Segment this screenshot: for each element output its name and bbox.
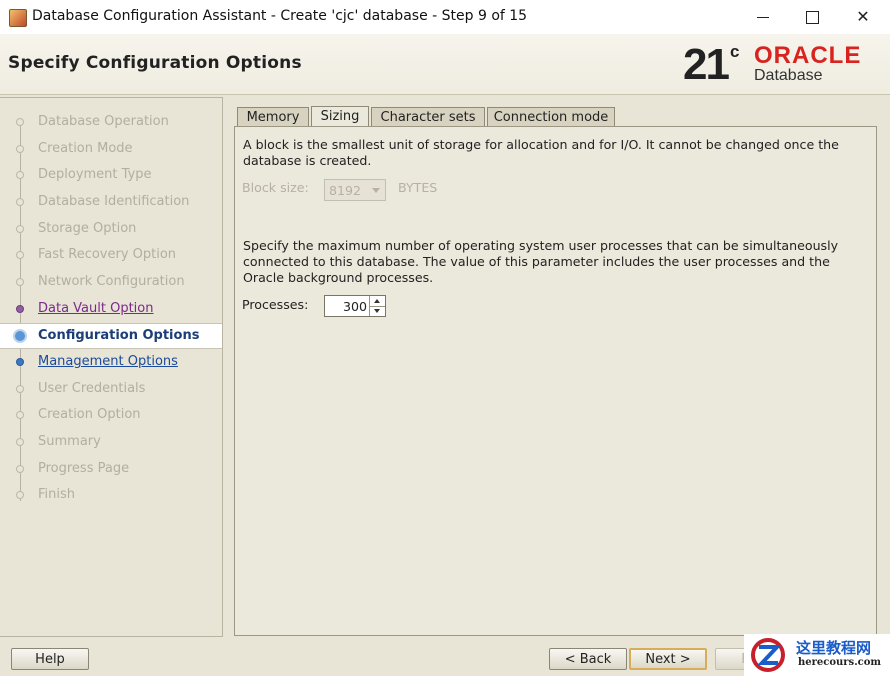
- step-label: Configuration Options: [38, 328, 200, 343]
- content-area: Memory Sizing Character sets Connection …: [234, 106, 877, 636]
- step-status-icon: [16, 118, 24, 126]
- step-status-icon: [16, 438, 24, 446]
- step-status-icon: [16, 145, 24, 153]
- step-label: Finish: [38, 487, 76, 502]
- step-storage-option: Storage Option: [0, 217, 222, 241]
- step-label: Deployment Type: [38, 167, 152, 182]
- processes-input[interactable]: 300: [343, 299, 367, 314]
- watermark-logo-icon: [751, 638, 785, 672]
- next-button[interactable]: Next >: [629, 648, 707, 670]
- step-label[interactable]: Management Options: [38, 354, 178, 369]
- watermark-text: 这里教程网: [796, 639, 872, 657]
- title-bar: Database Configuration Assistant - Creat…: [0, 0, 890, 34]
- step-label: Creation Mode: [38, 141, 133, 156]
- step-status-icon: [16, 465, 24, 473]
- step-label: Storage Option: [38, 221, 137, 236]
- watermark-url: herecours.com: [798, 657, 882, 668]
- step-status-icon: [16, 171, 24, 179]
- tab-connection-mode[interactable]: Connection mode: [487, 107, 615, 126]
- step-status-icon: [16, 411, 24, 419]
- oracle-logo: 21 c ORACLE Database: [683, 40, 883, 90]
- spinner-down-icon[interactable]: [370, 306, 385, 316]
- page-title: Specify Configuration Options: [8, 53, 302, 73]
- steps-panel: Database Operation Creation Mode Deploymen…: [0, 97, 223, 637]
- minimize-icon[interactable]: [738, 0, 788, 34]
- step-label: Fast Recovery Option: [38, 247, 177, 262]
- step-status-icon: [16, 198, 24, 206]
- header-band: Specify Configuration Options 21 c ORACL…: [0, 34, 890, 95]
- step-fast-recovery-option: Fast Recovery Option: [0, 243, 222, 267]
- step-label[interactable]: Data Vault Option: [38, 301, 154, 316]
- maximize-icon[interactable]: [788, 0, 838, 34]
- step-status-icon: [16, 225, 24, 233]
- logo-superscript: c: [730, 42, 740, 61]
- step-status-icon: [16, 251, 24, 259]
- java-cup-icon: [9, 9, 27, 27]
- watermark: 这里教程网 herecours.com: [744, 634, 890, 676]
- step-user-credentials: User Credentials: [0, 377, 222, 401]
- help-button[interactable]: Help: [11, 648, 89, 670]
- step-label: Creation Option: [38, 407, 141, 422]
- step-label: User Credentials: [38, 381, 146, 396]
- step-network-configuration: Network Configuration: [0, 270, 222, 294]
- step-finish: Finish: [0, 483, 222, 507]
- step-creation-option: Creation Option: [0, 403, 222, 427]
- step-progress-page: Progress Page: [0, 457, 222, 481]
- step-management-options[interactable]: Management Options: [0, 350, 222, 374]
- step-data-vault-option[interactable]: Data Vault Option: [0, 297, 222, 321]
- logo-brand: ORACLE: [754, 42, 862, 69]
- step-deployment-type: Deployment Type: [0, 163, 222, 187]
- step-label: Database Operation: [38, 114, 169, 129]
- tab-character-sets[interactable]: Character sets: [371, 107, 485, 126]
- step-status-icon: [16, 358, 24, 366]
- step-label: Network Configuration: [38, 274, 185, 289]
- block-size-select: 8192: [324, 179, 386, 201]
- step-database-identification: Database Identification: [0, 190, 222, 214]
- tab-memory[interactable]: Memory: [237, 107, 309, 126]
- block-size-description: A block is the smallest unit of storage …: [243, 137, 839, 168]
- step-label: Database Identification: [38, 194, 190, 209]
- step-label: Summary: [38, 434, 101, 449]
- block-size-value: 8192: [329, 183, 362, 198]
- step-status-icon: [16, 305, 24, 313]
- step-label: Progress Page: [38, 461, 130, 476]
- processes-description: Specify the maximum number of operating …: [243, 238, 839, 285]
- step-database-operation: Database Operation: [0, 110, 222, 134]
- processes-spinner[interactable]: 300: [324, 295, 386, 317]
- step-creation-mode: Creation Mode: [0, 137, 222, 161]
- step-status-icon: [16, 385, 24, 393]
- back-button[interactable]: < Back: [549, 648, 627, 670]
- step-summary: Summary: [0, 430, 222, 454]
- step-status-icon: [16, 491, 24, 499]
- window-title: Database Configuration Assistant - Creat…: [32, 8, 528, 24]
- logo-version: 21: [683, 40, 730, 89]
- step-configuration-options: Configuration Options: [0, 323, 222, 349]
- chevron-down-icon: [372, 188, 380, 193]
- close-icon[interactable]: ✕: [838, 0, 888, 34]
- sizing-panel: A block is the smallest unit of storage …: [234, 126, 877, 636]
- block-size-unit: BYTES: [398, 180, 438, 195]
- logo-product: Database: [754, 67, 823, 84]
- step-status-icon: [13, 329, 27, 343]
- spinner-buttons: [369, 296, 385, 316]
- block-size-label: Block size:: [242, 180, 309, 195]
- processes-label: Processes:: [242, 297, 309, 312]
- step-status-icon: [16, 278, 24, 286]
- tab-sizing[interactable]: Sizing: [311, 106, 369, 127]
